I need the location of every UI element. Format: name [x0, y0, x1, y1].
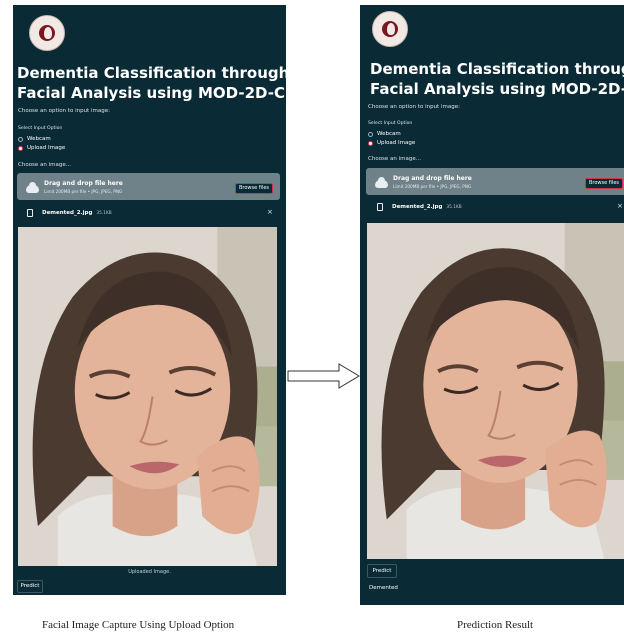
left-figure-caption: Facial Image Capture Using Upload Option	[42, 619, 235, 631]
upload-screen-panel: Dementia Classification through Facial A…	[13, 5, 286, 595]
radio-upload-circle[interactable]	[368, 140, 373, 146]
radio-upload-circle[interactable]	[18, 145, 23, 151]
prediction-result: Demented	[369, 585, 398, 591]
file-dropzone[interactable]: Drag and drop file here Limit 200MB per …	[17, 173, 280, 200]
radio-webcam-circle[interactable]	[18, 136, 23, 142]
predict-button[interactable]: Predict	[17, 580, 43, 593]
prediction-screen-panel: Dementia Classification through Facial A…	[360, 5, 624, 605]
file-dropzone[interactable]: Drag and drop file here Limit 200MB per …	[366, 168, 624, 195]
dropzone-title: Drag and drop file here	[44, 180, 123, 187]
dropzone-limit: Limit 200MB per file • JPG, JPEG, PNG	[44, 189, 123, 194]
college-logo-icon	[29, 15, 65, 51]
close-icon[interactable]: ×	[267, 208, 273, 216]
title-line-1: Dementia Classification through	[370, 60, 624, 78]
uploaded-file-name: Demented_2.jpg 35.1KB	[392, 204, 462, 210]
file-icon	[27, 209, 33, 217]
choose-option-label: Choose an option to input image:	[368, 104, 460, 110]
file-name-text: Demented_2.jpg	[42, 210, 93, 216]
photo-caption: Uploaded Image.	[128, 569, 171, 575]
title-line-2: Facial Analysis using MOD-2D-CNN	[17, 84, 286, 102]
radio-upload-label: Upload Image	[377, 140, 416, 146]
cloud-upload-icon	[26, 182, 39, 193]
choose-option-label: Choose an option to input image:	[18, 108, 110, 114]
radio-upload-image[interactable]: Upload Image	[368, 140, 415, 146]
radio-webcam-label: Webcam	[377, 131, 401, 137]
right-arrow-icon	[287, 363, 360, 389]
right-figure-caption: Prediction Result	[457, 619, 534, 631]
page-title: Dementia Classification through Facial A…	[370, 59, 624, 99]
browse-files-button[interactable]: Browse files	[235, 183, 273, 194]
file-icon	[377, 203, 383, 211]
close-icon[interactable]: ×	[617, 202, 623, 210]
uploaded-file-name: Demented_2.jpg 35.1KB	[42, 210, 112, 216]
select-input-label: Select Input Option	[18, 126, 63, 131]
uploaded-face-photo	[18, 227, 277, 566]
page-title: Dementia Classification through Facial A…	[17, 63, 286, 103]
choose-image-label: Choose an image...	[368, 156, 422, 162]
cloud-upload-icon	[375, 177, 388, 188]
radio-upload-image[interactable]: Upload Image	[18, 145, 65, 151]
title-line-1: Dementia Classification through	[17, 64, 286, 82]
predict-button[interactable]: Predict	[367, 564, 397, 578]
radio-webcam-label: Webcam	[27, 136, 51, 142]
radio-upload-label: Upload Image	[27, 145, 66, 151]
dropzone-limit: Limit 200MB per file • JPG, JPEG, PNG	[393, 184, 472, 189]
file-size: 35.1KB	[446, 205, 462, 210]
browse-files-button[interactable]: Browse files	[585, 178, 623, 189]
title-line-2: Facial Analysis using MOD-2D-CNN	[370, 80, 624, 98]
uploaded-face-photo	[367, 223, 624, 559]
file-name-text: Demented_2.jpg	[392, 204, 443, 210]
radio-webcam-circle[interactable]	[368, 131, 373, 137]
radio-webcam[interactable]: Webcam	[368, 131, 401, 137]
radio-webcam[interactable]: Webcam	[18, 136, 51, 142]
select-input-label: Select Input Option	[368, 121, 413, 126]
college-logo-icon	[372, 11, 408, 47]
file-size: 35.1KB	[96, 211, 112, 216]
choose-image-label: Choose an image...	[18, 162, 72, 168]
dropzone-title: Drag and drop file here	[393, 175, 472, 182]
